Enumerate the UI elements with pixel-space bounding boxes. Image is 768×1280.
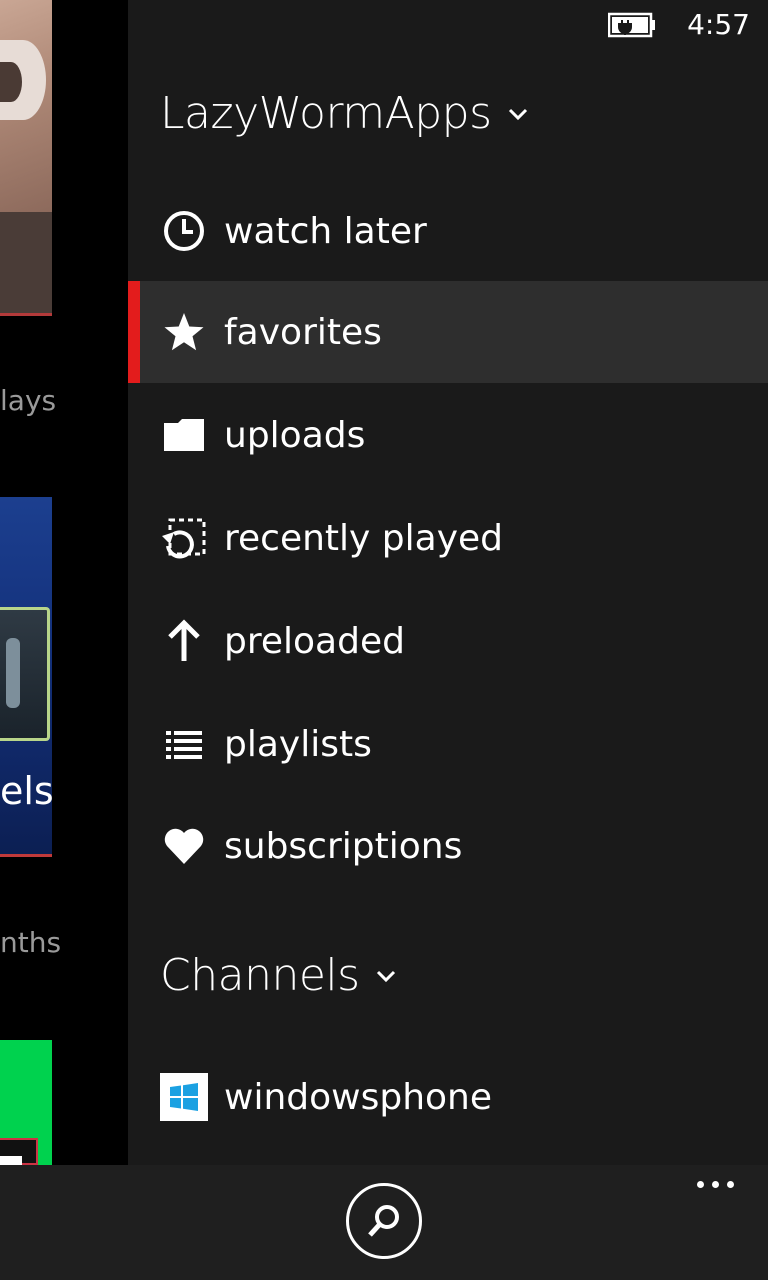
more-options-button[interactable]: [697, 1181, 734, 1188]
channels-selector[interactable]: Channels: [160, 950, 398, 1001]
channels-header: Channels: [160, 950, 360, 1001]
recent-icon: [160, 514, 208, 562]
chevron-down-icon: [508, 108, 527, 120]
nav-item-label: playlists: [224, 723, 372, 765]
channels-tile[interactable]: els: [0, 497, 54, 857]
account-selector[interactable]: LazyWormApps: [160, 88, 530, 139]
search-button[interactable]: [346, 1183, 422, 1259]
background-content: lays els nths: [0, 0, 128, 1165]
video-thumbnail[interactable]: [0, 0, 52, 212]
chevron-down-icon: [376, 970, 395, 982]
search-icon: [368, 1205, 399, 1237]
video-thumbnail-bottom: [0, 212, 52, 316]
nav-item-favorites[interactable]: favorites: [128, 281, 768, 383]
folder-icon: [160, 411, 208, 459]
nav-item-label: preloaded: [224, 620, 405, 662]
nav-item-playlists[interactable]: playlists: [128, 693, 768, 795]
channel-item-windowsphone[interactable]: windowsphone: [128, 1046, 768, 1148]
nav-item-subscriptions[interactable]: subscriptions: [128, 795, 768, 897]
app-bar: [0, 1165, 768, 1280]
heart-icon: [160, 822, 208, 870]
more-icon: [697, 1181, 704, 1188]
background-label: nths: [0, 926, 62, 959]
green-tile[interactable]: [0, 1040, 52, 1165]
windows-logo-icon: [160, 1073, 208, 1121]
status-bar: 4:57: [128, 0, 768, 50]
clock: 4:57: [687, 8, 750, 41]
nav-item-recently-played[interactable]: recently played: [128, 487, 768, 589]
nav-item-uploads[interactable]: uploads: [128, 384, 768, 486]
nav-item-watch-later[interactable]: watch later: [128, 180, 768, 282]
background-label: lays: [0, 384, 57, 417]
tile-label: els: [0, 769, 54, 813]
arrow-up-icon: [160, 617, 208, 665]
account-name: LazyWormApps: [160, 88, 492, 139]
nav-item-label: subscriptions: [224, 825, 463, 867]
star-icon: [160, 308, 208, 356]
nav-item-label: watch later: [224, 210, 427, 252]
battery-charging-icon: [608, 12, 655, 38]
nav-item-preloaded[interactable]: preloaded: [128, 590, 768, 692]
nav-item-label: uploads: [224, 414, 366, 456]
clock-icon: [160, 207, 208, 255]
nav-item-label: windowsphone: [224, 1076, 492, 1118]
nav-item-label: favorites: [224, 311, 382, 353]
list-icon: [160, 720, 208, 768]
nav-item-label: recently played: [224, 517, 503, 559]
tile-thumbnail: [0, 607, 50, 741]
